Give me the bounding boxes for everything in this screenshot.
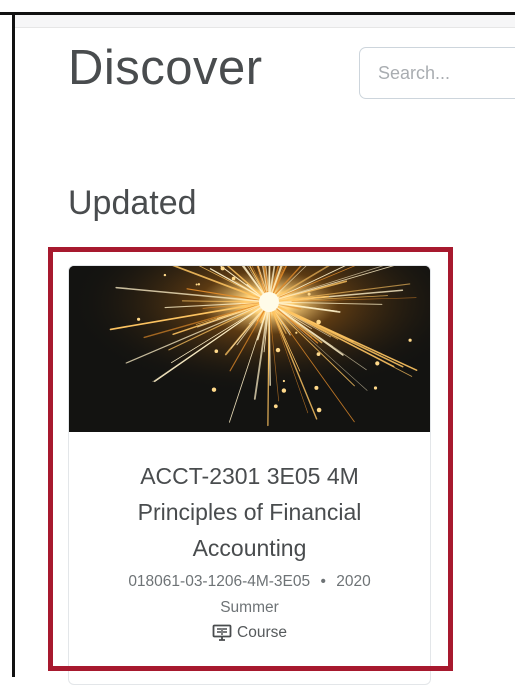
screenshot-frame: Discover Updated ACCT-2301 3E05 4M Princ… (0, 0, 515, 677)
page-title: Discover (68, 40, 263, 96)
search-input[interactable] (359, 47, 515, 99)
highlight-box (48, 247, 453, 671)
frame-border-left (12, 12, 15, 677)
top-bar (15, 15, 515, 28)
section-heading-updated: Updated (68, 184, 197, 223)
